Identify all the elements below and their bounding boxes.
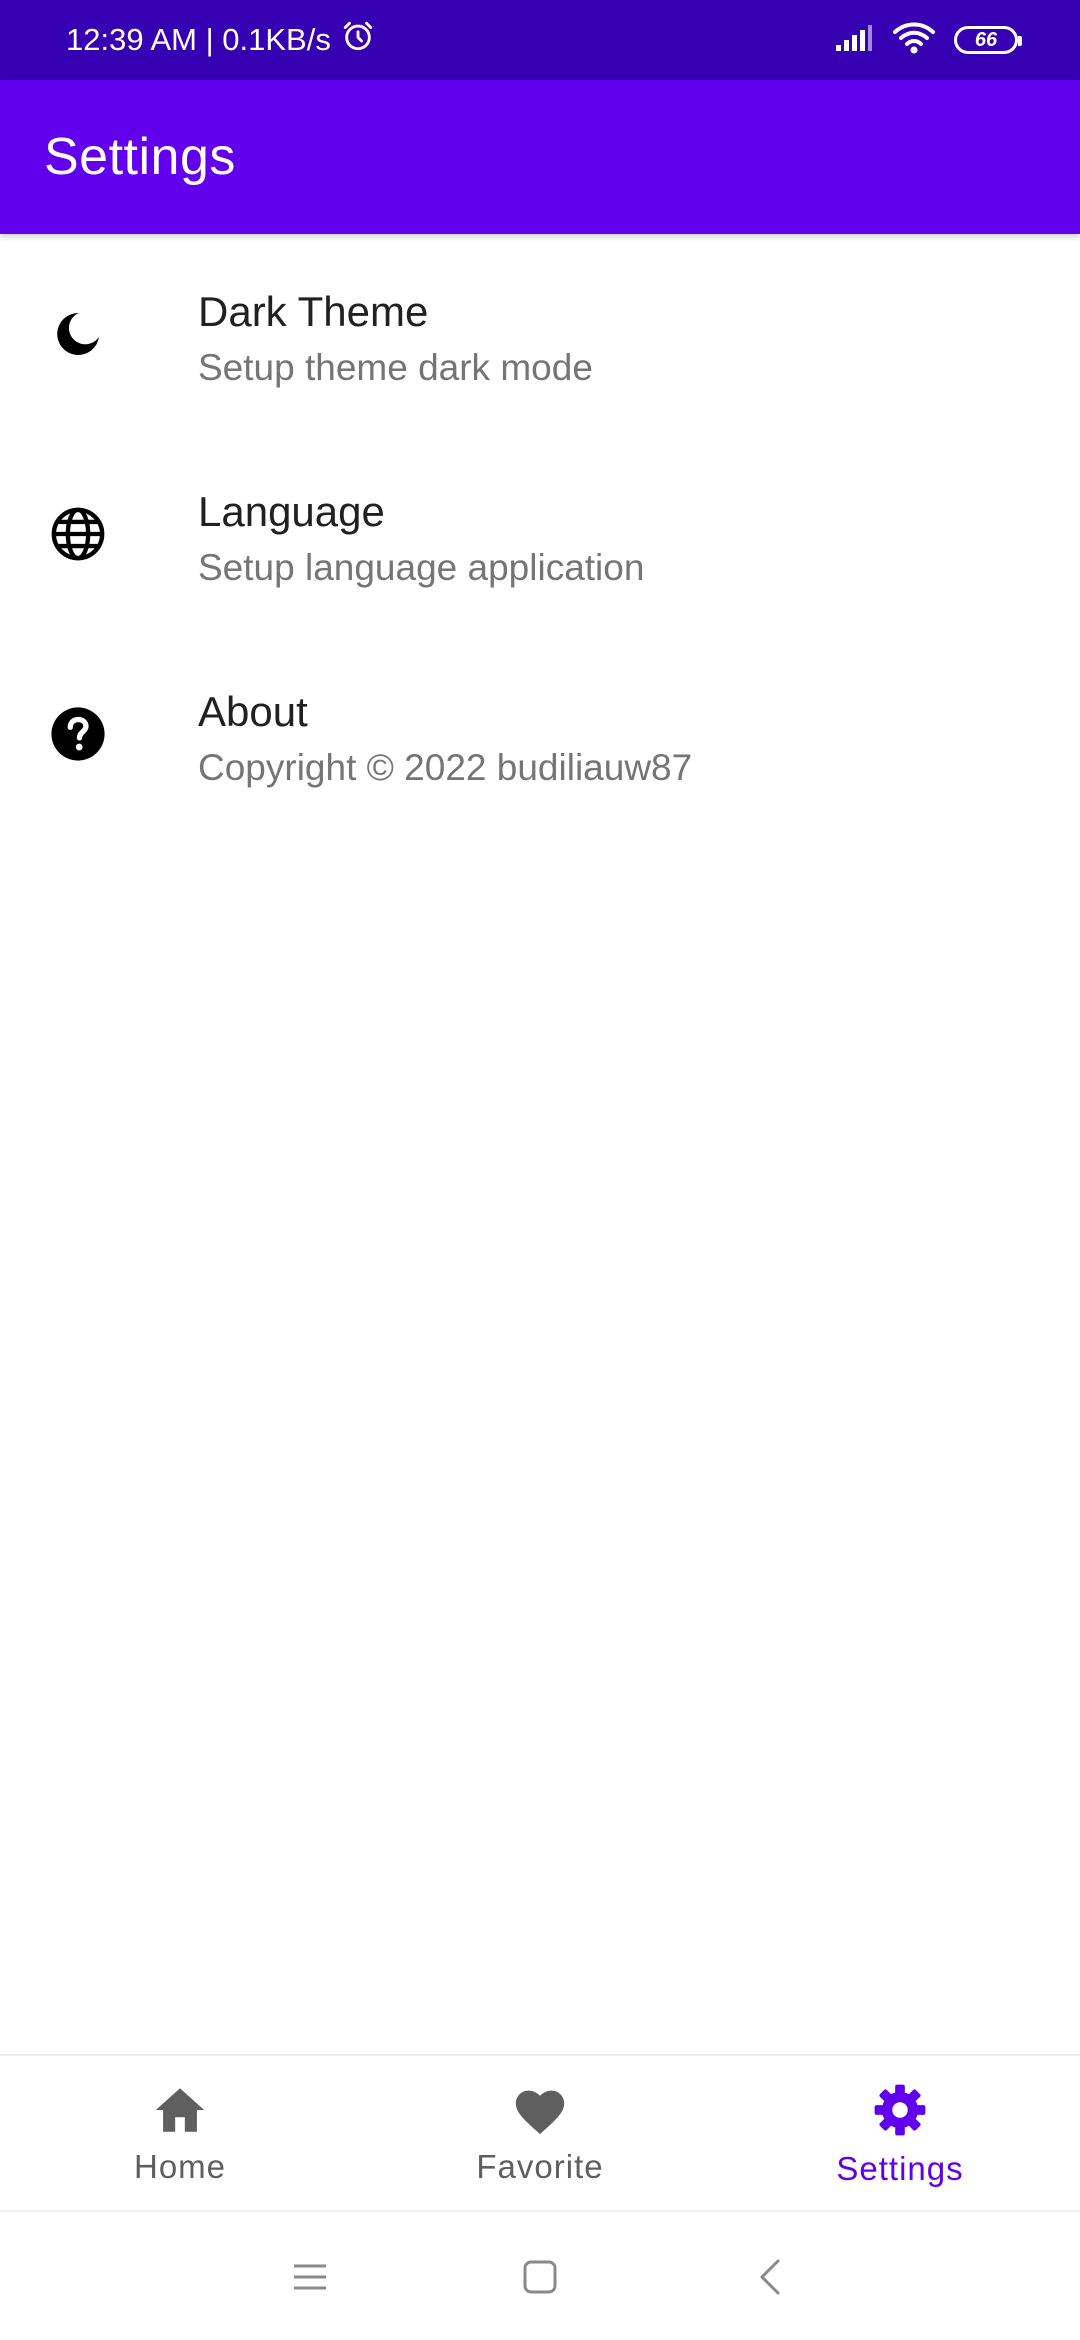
nav-item-settings[interactable]: Settings [720,2056,1080,2212]
nav-item-home[interactable]: Home [0,2056,360,2212]
settings-item-subtitle: Setup language application [198,547,645,588]
nav-label-home: Home [133,2147,227,2185]
settings-item-about[interactable]: About Copyright © 2022 budiliauw87 [0,634,1080,834]
nav-item-favorite[interactable]: Favorite [360,2056,720,2212]
nav-label-settings: Settings [836,2149,964,2187]
home-square-icon[interactable] [510,2247,570,2307]
settings-item-title: Dark Theme [198,288,429,335]
settings-item-title: About [198,688,308,735]
status-time-speed: 12:39 AM | 0.1KB/s [66,22,331,57]
screen: 12:39 AM | 0.1KB/s 66 Settings Dark Them… [0,0,1080,2340]
settings-item-text: About Copyright © 2022 budiliauw87 [198,684,692,796]
status-bar: 12:39 AM | 0.1KB/s 66 [0,0,1080,80]
help-icon [48,634,108,834]
settings-item-language[interactable]: Language Setup language application [0,434,1080,634]
settings-item-subtitle: Setup theme dark mode [198,347,593,388]
settings-item-title: Language [198,488,385,535]
nav-label-favorite: Favorite [476,2147,604,2185]
system-navigation-bar [0,2210,1080,2340]
settings-item-text: Dark Theme Setup theme dark mode [198,284,593,396]
app-bar: Settings [0,80,1080,234]
back-icon[interactable] [740,2247,800,2307]
battery-icon: 66 [954,26,1022,54]
gear-icon [871,2081,929,2144]
bottom-navigation: Home Favorite Settings [0,2054,1080,2212]
settings-list: Dark Theme Setup theme dark mode Languag… [0,234,1080,834]
heart-icon [511,2083,569,2142]
status-right: 66 [834,0,1022,80]
signal-icon [834,23,874,58]
page-title: Settings [44,128,236,186]
settings-item-text: Language Setup language application [198,484,644,596]
globe-icon [48,434,108,634]
battery-level: 66 [974,28,998,51]
moon-icon [48,234,108,434]
settings-item-subtitle: Copyright © 2022 budiliauw87 [198,747,693,788]
wifi-icon [892,21,936,60]
status-left: 12:39 AM | 0.1KB/s [66,0,375,80]
settings-item-dark-theme[interactable]: Dark Theme Setup theme dark mode [0,234,1080,434]
alarm-icon [341,19,375,61]
menu-icon[interactable] [280,2247,340,2307]
home-icon [151,2083,209,2142]
